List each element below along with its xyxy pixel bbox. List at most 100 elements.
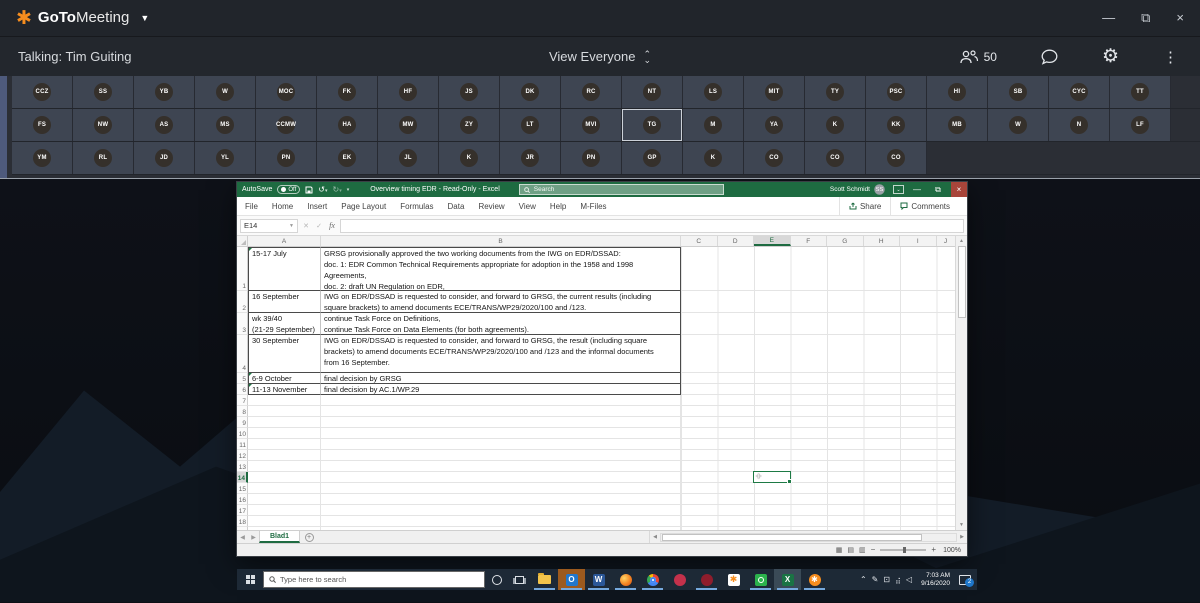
participant-tile-moc[interactable]: MOC [256, 76, 317, 108]
autosave-toggle[interactable]: Off [277, 185, 300, 194]
participant-tile-tt[interactable]: TT [1110, 76, 1171, 108]
participant-tile-w[interactable]: W [195, 76, 256, 108]
cell-B17[interactable] [321, 505, 681, 516]
settings-button[interactable]: ⚙ [1102, 47, 1119, 66]
hidden-icons-chevron[interactable]: ⌃ [860, 576, 867, 584]
participant-tile-ccz[interactable]: CCZ [12, 76, 73, 108]
zoom-slider[interactable] [880, 549, 926, 551]
cell-A16[interactable] [248, 494, 321, 505]
share-button[interactable]: Share [839, 197, 890, 215]
grid-cells-row-10[interactable] [681, 428, 967, 439]
cell-A4[interactable]: 30 September [248, 335, 321, 373]
row-header-6[interactable]: 6 [237, 384, 248, 395]
excel-close-button[interactable]: × [951, 182, 967, 197]
zoom-out-icon[interactable]: − [871, 546, 876, 554]
row-header-12[interactable]: 12 [237, 450, 248, 461]
cell-B6[interactable]: final decision by AC.1/WP.29 [321, 384, 681, 395]
cancel-entry-icon[interactable]: ✕ [301, 222, 311, 230]
name-box[interactable]: E14 ▼ [240, 219, 298, 233]
cell-B11[interactable] [321, 439, 681, 450]
participant-tile-as[interactable]: AS [134, 109, 195, 141]
column-header-D[interactable]: D [718, 236, 755, 246]
row-header-8[interactable]: 8 [237, 406, 248, 417]
row-header-19[interactable]: 19 [237, 527, 248, 530]
grid-cells-row-3[interactable] [681, 313, 967, 335]
ribbon-tab-file[interactable]: File [245, 202, 258, 211]
participant-tile-zy[interactable]: ZY [439, 109, 500, 141]
participant-tile-nw[interactable]: NW [73, 109, 134, 141]
taskbar-clock[interactable]: 7:03 AM 9/16/2020 [921, 572, 950, 587]
pen-icon[interactable]: ✎ [872, 576, 879, 584]
cell-B4[interactable]: IWG on EDR/DSSAD is requested to conside… [321, 335, 681, 373]
horizontal-scrollbar[interactable]: ◀ ▶ [649, 531, 967, 543]
column-header-B[interactable]: B [321, 236, 681, 246]
row-header-14[interactable]: 14 [237, 472, 248, 483]
page-layout-view-icon[interactable]: ▤ [847, 546, 854, 554]
ribbon-tab-home[interactable]: Home [272, 202, 293, 211]
cell-A7[interactable] [248, 395, 321, 406]
chrome-icon[interactable] [639, 569, 666, 590]
zoom-in-icon[interactable]: + [931, 546, 936, 554]
cell-A9[interactable] [248, 417, 321, 428]
grid-cells-row-6[interactable] [681, 384, 967, 395]
undo-button[interactable]: ↺▾ [318, 186, 327, 194]
row-header-13[interactable]: 13 [237, 461, 248, 472]
start-button[interactable] [237, 569, 263, 590]
comments-button[interactable]: Comments [890, 197, 959, 215]
row-header-11[interactable]: 11 [237, 439, 248, 450]
taskbar-search-input[interactable]: Type here to search [263, 571, 485, 588]
cell-A19[interactable] [248, 527, 321, 530]
brand-menu-caret-icon[interactable]: ▼ [140, 13, 149, 23]
grid-cells-row-19[interactable] [681, 527, 967, 530]
grid-cells-row-2[interactable] [681, 291, 967, 313]
grid-cells-row-15[interactable] [681, 483, 967, 494]
participant-tile-ss[interactable]: SS [73, 76, 134, 108]
cell-B3[interactable]: continue Task Force on Definitions, cont… [321, 313, 681, 335]
ribbon-tab-insert[interactable]: Insert [307, 202, 327, 211]
word-icon[interactable]: W [585, 569, 612, 590]
more-options-button[interactable]: ⋮ [1163, 48, 1178, 66]
participant-tile-mw[interactable]: MW [378, 109, 439, 141]
cell-B16[interactable] [321, 494, 681, 505]
cell-B13[interactable] [321, 461, 681, 472]
excel-restore-button[interactable]: ⧉ [930, 182, 946, 197]
cell-B1[interactable]: GRSG provisionally approved the two work… [321, 247, 681, 291]
participant-tile-yl[interactable]: YL [195, 142, 256, 174]
participant-tile-lt[interactable]: LT [500, 109, 561, 141]
task-view-button[interactable] [508, 569, 531, 590]
column-header-F[interactable]: F [791, 236, 828, 246]
name-box-caret-icon[interactable]: ▼ [289, 223, 294, 229]
cell-A8[interactable] [248, 406, 321, 417]
cell-A6[interactable]: 11-13 November [248, 384, 321, 395]
participant-tile-k[interactable]: K [439, 142, 500, 174]
participant-tile-jr[interactable]: JR [500, 142, 561, 174]
participant-tile-sb[interactable]: SB [988, 76, 1049, 108]
ribbon-tab-m-files[interactable]: M-Files [580, 202, 606, 211]
excel-search-box[interactable]: Search [519, 184, 724, 195]
restore-button[interactable]: ⧉ [1141, 10, 1150, 26]
participant-tile-psc[interactable]: PSC [866, 76, 927, 108]
participant-tile-yb[interactable]: YB [134, 76, 195, 108]
participant-tile-mvi[interactable]: MVI [561, 109, 622, 141]
row-header-17[interactable]: 17 [237, 505, 248, 516]
ribbon-tab-help[interactable]: Help [550, 202, 566, 211]
sheet-nav-right-icon[interactable]: ▶ [248, 531, 259, 543]
minimize-button[interactable]: — [1102, 10, 1115, 26]
cell-A12[interactable] [248, 450, 321, 461]
participant-tile-fs[interactable]: FS [12, 109, 73, 141]
gotomeeting-brand[interactable]: ✱ GoToMeeting ▼ [16, 9, 149, 28]
grid-cells-row-18[interactable] [681, 516, 967, 527]
view-selector[interactable]: View Everyone ⌃⌄ [520, 49, 680, 64]
column-header-J[interactable]: J [937, 236, 956, 246]
column-header-C[interactable]: C [681, 236, 718, 246]
grid-cells-row-13[interactable] [681, 461, 967, 472]
cell-B18[interactable] [321, 516, 681, 527]
participant-tile-pn[interactable]: PN [256, 142, 317, 174]
add-sheet-button[interactable]: + [300, 531, 318, 543]
ribbon-display-options-button[interactable]: ⌄ [893, 185, 904, 194]
participant-tile-rc[interactable]: RC [561, 76, 622, 108]
sheet-tab-blad1[interactable]: Blad1 [259, 531, 300, 543]
cell-B9[interactable] [321, 417, 681, 428]
participant-tile-k[interactable]: K [683, 142, 744, 174]
app-dark-red-icon[interactable] [693, 569, 720, 590]
